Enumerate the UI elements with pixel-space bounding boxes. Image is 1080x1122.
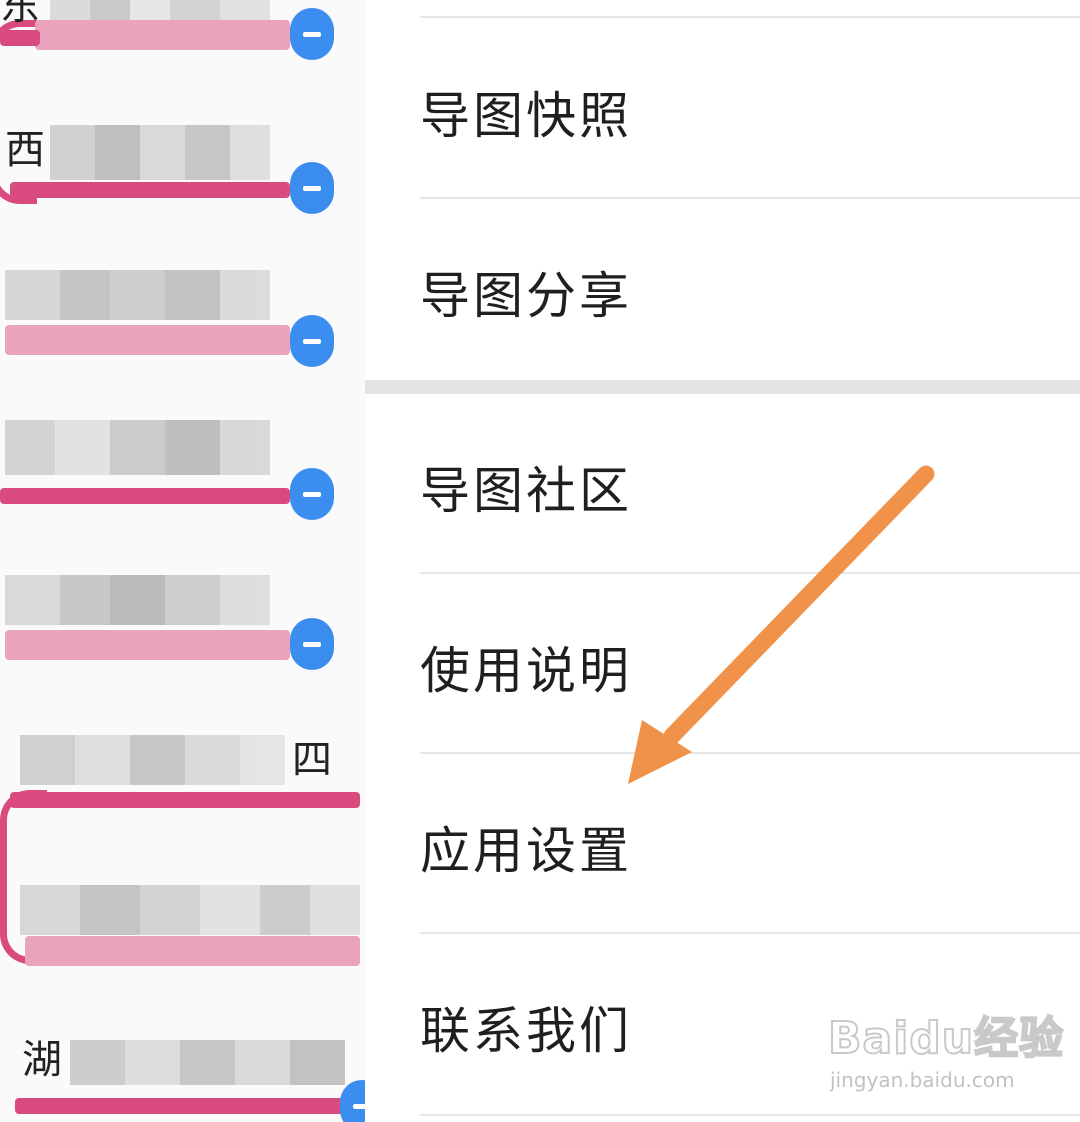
menu-item-app-settings[interactable]: 应用设置 [420, 757, 1080, 937]
mindmap-branch [0, 30, 40, 46]
mindmap-node[interactable] [0, 410, 365, 520]
menu-item-label: 应用设置 [420, 822, 632, 880]
watermark-site: jingyan.baidu.com [830, 1068, 1015, 1092]
mindmap-canvas[interactable]: 东 西 四 湖 [0, 0, 365, 1122]
mindmap-branch [0, 488, 290, 504]
menu-item-label: 导图分享 [420, 267, 632, 325]
menu-divider [420, 932, 1080, 934]
mindmap-node[interactable]: 湖 [0, 1030, 365, 1122]
mindmap-node[interactable] [0, 260, 365, 370]
baidu-jingyan-watermark: Baidu经验 jingyan.baidu.com [827, 1002, 1068, 1102]
collapse-node-button[interactable] [290, 8, 334, 60]
menu-item-community[interactable]: 导图社区 [420, 397, 1080, 577]
menu-item-label: 联系我们 [420, 1002, 632, 1060]
menu-item-share[interactable]: 导图分享 [420, 202, 1080, 382]
pixelated-node-text [20, 735, 285, 785]
menu-item-label: 使用说明 [420, 642, 632, 700]
menu-item-label: 导图快照 [420, 87, 632, 145]
mindmap-node[interactable] [0, 570, 365, 680]
mindmap-branch [35, 20, 290, 50]
mindmap-node-glyph: 东 [0, 0, 40, 29]
watermark-brand: Baidu经验 [827, 1012, 1065, 1065]
menu-divider [420, 1114, 1080, 1116]
collapse-node-button[interactable] [290, 162, 334, 214]
side-menu: 导图快照 导图分享 导图社区 使用说明 应用设置 联系我们 [365, 0, 1080, 1122]
pixelated-node-text [5, 575, 270, 625]
pixelated-node-text [70, 1040, 345, 1085]
menu-divider [420, 16, 1080, 18]
mindmap-node-glyph: 四 [292, 737, 332, 783]
collapse-node-button[interactable] [290, 618, 334, 670]
pixelated-node-text [20, 885, 360, 935]
pixelated-node-text [5, 270, 270, 320]
menu-divider [420, 197, 1080, 199]
collapse-node-button[interactable] [340, 1080, 365, 1122]
mindmap-node[interactable] [0, 880, 365, 980]
menu-item-instructions[interactable]: 使用说明 [420, 577, 1080, 757]
mindmap-branch [5, 325, 290, 355]
menu-divider [420, 572, 1080, 574]
menu-group-separator [365, 380, 1080, 394]
mindmap-node[interactable]: 四 [0, 720, 365, 830]
mindmap-node[interactable]: 西 [0, 110, 365, 220]
mindmap-branch [15, 1098, 350, 1114]
mindmap-node-glyph: 湖 [22, 1037, 62, 1083]
mindmap-branch [10, 182, 290, 198]
mindmap-node[interactable]: 东 [0, 0, 365, 70]
screen: 东 西 四 湖 导图快照 导图分享 导图社区 使用说明 应用设置 联系我们 Ba… [0, 0, 1080, 1122]
mindmap-branch [5, 630, 290, 660]
menu-divider [420, 752, 1080, 754]
collapse-node-button[interactable] [290, 468, 334, 520]
pixelated-node-text [50, 125, 270, 180]
mindmap-branch [25, 936, 360, 966]
menu-item-label: 导图社区 [420, 462, 632, 520]
pixelated-node-text [5, 420, 270, 475]
collapse-node-button[interactable] [290, 315, 334, 367]
menu-item-snapshot[interactable]: 导图快照 [420, 22, 1080, 202]
mindmap-node-glyph: 西 [5, 127, 45, 173]
mindmap-branch [10, 792, 360, 808]
